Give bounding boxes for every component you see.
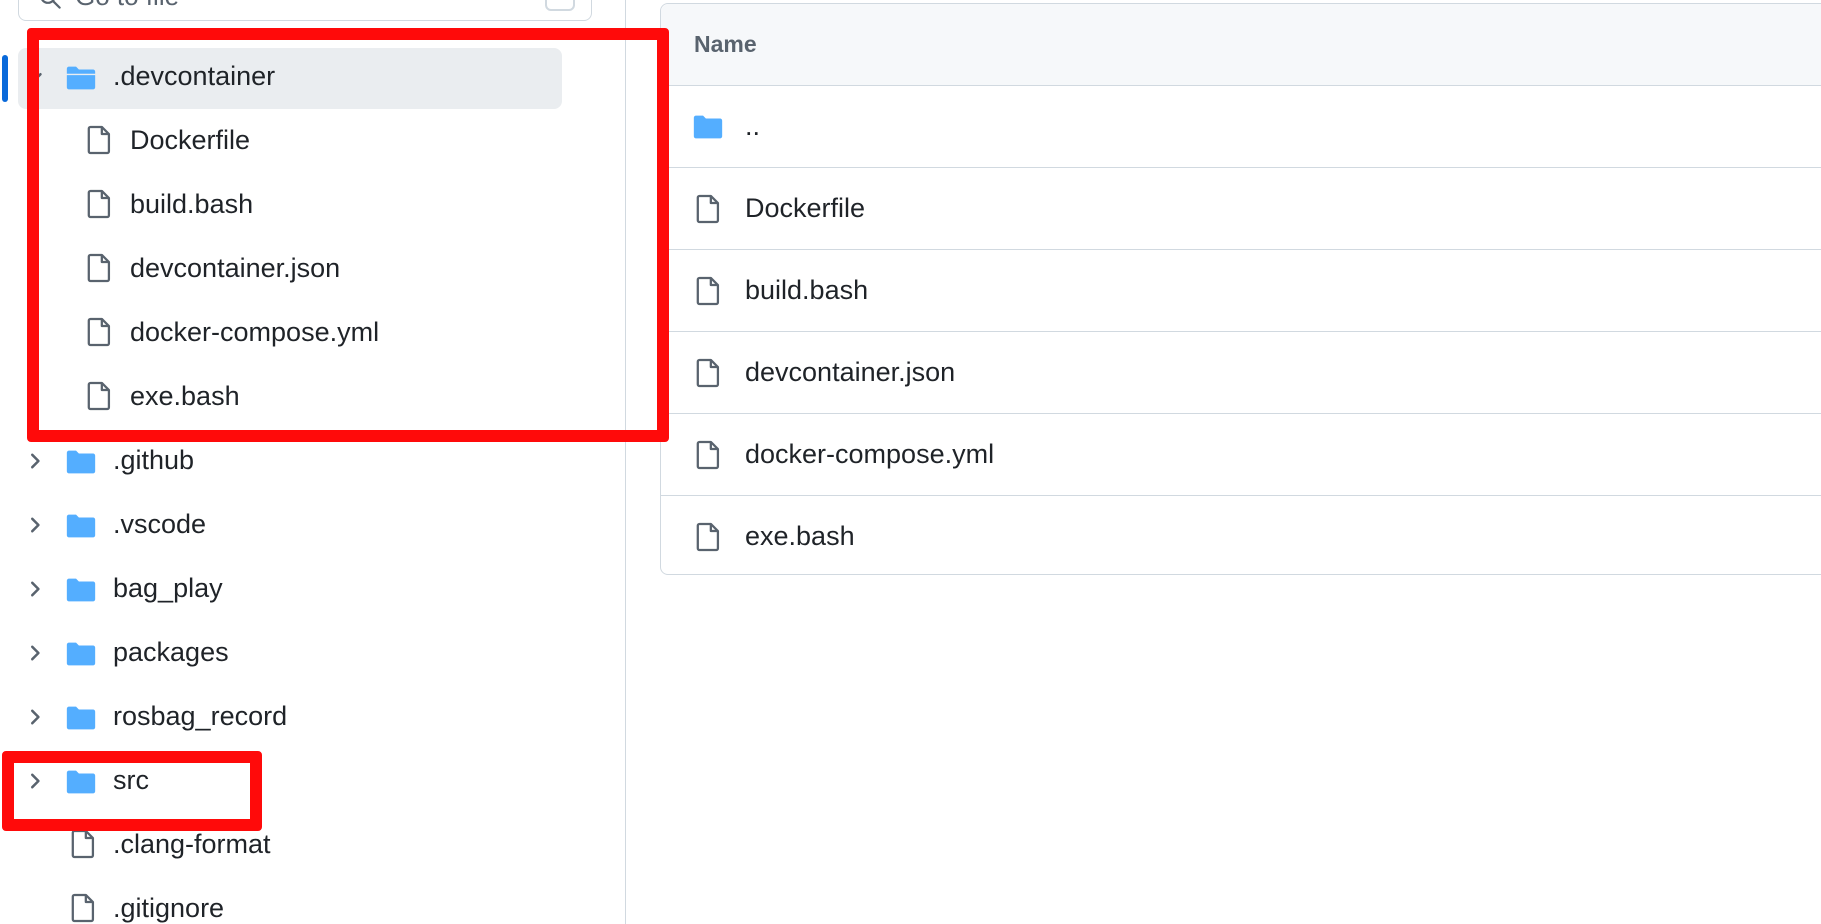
file-browser: Go to file .devcontainerDockerfilebuild.… <box>0 0 1821 924</box>
search-input[interactable]: Go to file <box>18 0 592 21</box>
file-row[interactable]: devcontainer.json <box>661 332 1821 414</box>
chevron-right-icon[interactable] <box>24 642 46 664</box>
folder-icon <box>66 578 96 602</box>
file-icon <box>71 829 95 859</box>
file-name-link[interactable]: Dockerfile <box>745 193 865 224</box>
tree-item-label: bag_play <box>113 573 223 603</box>
tree-item-label: .gitignore <box>113 893 225 923</box>
tree-item-label: packages <box>113 637 229 667</box>
tree-item-packages[interactable]: packages <box>0 622 626 686</box>
file-icon <box>696 522 720 552</box>
folder-icon <box>693 115 723 139</box>
chevron-right-icon[interactable] <box>24 706 46 728</box>
keyboard-shortcut-hint <box>545 0 575 11</box>
chevron-right-icon[interactable] <box>24 514 46 536</box>
file-row[interactable]: docker-compose.yml <box>661 414 1821 496</box>
file-name-link[interactable]: exe.bash <box>745 521 855 552</box>
tree-item-label: .github <box>113 445 195 475</box>
folder-icon <box>66 642 96 666</box>
file-name-link[interactable]: .. <box>745 111 760 142</box>
folder-icon <box>66 514 96 538</box>
listing-header: Name <box>661 4 1821 86</box>
file-icon <box>696 194 720 224</box>
file-icon <box>71 893 95 923</box>
file-row[interactable]: Dockerfile <box>661 168 1821 250</box>
directory-listing: Name .. Dockerfile build.bash devcontainer.… <box>660 3 1821 575</box>
file-icon <box>696 440 720 470</box>
tree-item-label: rosbag_record <box>113 701 288 731</box>
file-icon <box>696 358 720 388</box>
folder-icon <box>66 706 96 730</box>
tree-item-label: .clang-format <box>113 829 271 859</box>
tree-item-rosbag-record[interactable]: rosbag_record <box>0 686 626 750</box>
chevron-right-icon[interactable] <box>24 578 46 600</box>
tree-item-dot-vscode[interactable]: .vscode <box>0 494 626 558</box>
file-icon <box>696 276 720 306</box>
column-header-name[interactable]: Name <box>694 31 757 58</box>
search-placeholder: Go to file <box>75 0 179 12</box>
selected-indicator <box>2 55 8 102</box>
folder-icon <box>66 450 96 474</box>
highlight-box-devcontainer <box>27 28 669 442</box>
tree-item-bag-play[interactable]: bag_play <box>0 558 626 622</box>
file-name-link[interactable]: devcontainer.json <box>745 357 955 388</box>
highlight-box-src <box>2 751 262 831</box>
tree-item-label: .vscode <box>113 509 207 539</box>
parent-directory-row[interactable]: .. <box>661 86 1821 168</box>
file-name-link[interactable]: docker-compose.yml <box>745 439 994 470</box>
search-icon <box>41 0 61 9</box>
tree-item-dot-gitignore[interactable]: .gitignore <box>0 878 626 924</box>
chevron-right-icon[interactable] <box>24 450 46 472</box>
file-row[interactable]: exe.bash <box>661 496 1821 578</box>
file-name-link[interactable]: build.bash <box>745 275 868 306</box>
listing-rows: .. Dockerfile build.bash devcontainer.json d… <box>661 86 1821 578</box>
file-row[interactable]: build.bash <box>661 250 1821 332</box>
